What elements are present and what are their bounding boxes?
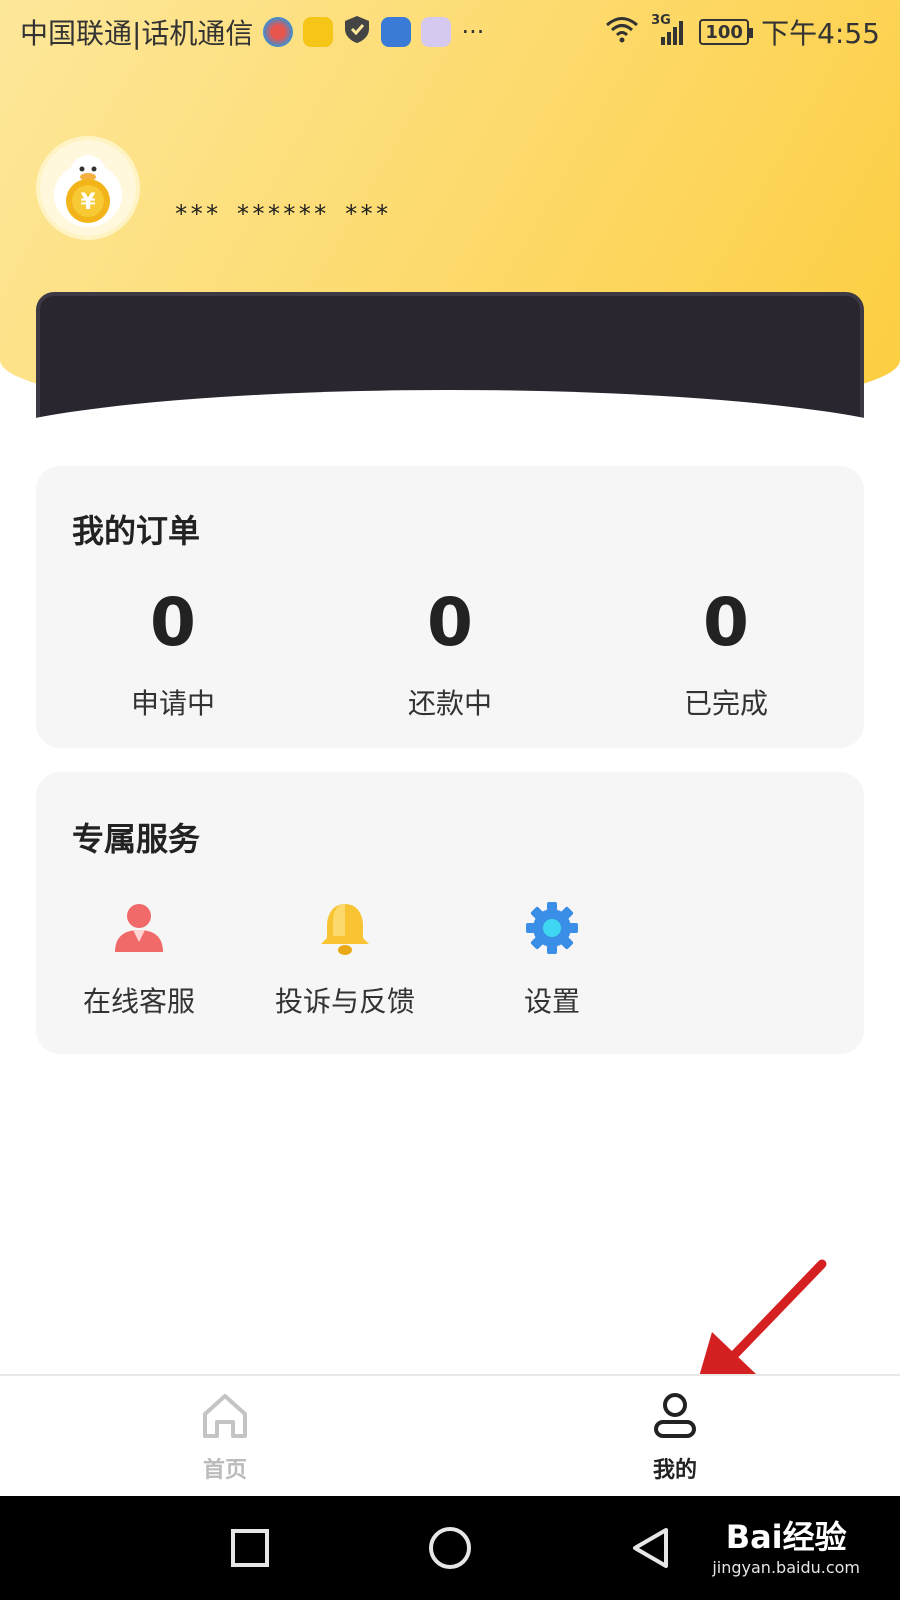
service-label: 设置: [523, 985, 580, 1018]
battery-indicator: 100: [699, 19, 754, 45]
order-count: 0: [703, 584, 749, 661]
recent-apps-button[interactable]: [230, 1528, 270, 1568]
order-status-completed[interactable]: 0 已完成: [626, 590, 826, 722]
baidu-jingyan-watermark: Bai经验 jingyan.baidu.com: [712, 1512, 860, 1577]
tab-home[interactable]: 首页: [165, 1390, 285, 1484]
bottom-tab-bar: 首页 我的: [0, 1374, 900, 1496]
duck-coin-avatar-icon: ¥: [54, 155, 122, 227]
services-title: 专属服务: [72, 820, 201, 858]
service-online-support[interactable]: 在线客服: [39, 900, 239, 1020]
carrier-label: 中国联通|话机通信: [20, 17, 254, 50]
more-notifications-icon: ···: [461, 18, 485, 46]
orders-card: 我的订单 0 申请中 0 还款中 0 已完成: [36, 466, 864, 748]
svg-text:¥: ¥: [80, 190, 96, 215]
status-bar: 中国联通|话机通信 ··· 3G 100 下午4:55: [0, 0, 900, 64]
order-status-repaying[interactable]: 0 还款中: [350, 590, 550, 722]
order-count: 0: [150, 584, 196, 661]
user-icon: [654, 1393, 696, 1438]
tab-label: 首页: [202, 1458, 247, 1483]
watermark-site: jingyan.baidu.com: [712, 1558, 860, 1577]
tab-label: 我的: [652, 1458, 697, 1483]
user-name: *** ****** ***: [174, 200, 391, 228]
order-status-label: 申请中: [130, 687, 215, 720]
service-label: 在线客服: [82, 985, 195, 1018]
services-card: 专属服务 在线客服 投诉与反馈 设置: [36, 772, 864, 1054]
order-status-label: 还款中: [407, 687, 492, 720]
gear-icon: [524, 900, 580, 956]
cell-signal-icon: 3G: [651, 13, 687, 47]
home-button[interactable]: [428, 1526, 472, 1570]
bulb-app-icon: [381, 17, 412, 47]
service-settings[interactable]: 设置: [452, 900, 652, 1020]
avatar[interactable]: ¥: [36, 136, 140, 240]
customer-service-icon: [111, 900, 167, 956]
game-app-icon: [421, 17, 452, 47]
wifi-icon: [605, 15, 639, 50]
clock: 下午4:55: [761, 17, 880, 50]
orders-title: 我的订单: [72, 512, 201, 550]
bell-icon: [317, 900, 373, 956]
back-button[interactable]: [630, 1526, 670, 1570]
home-icon: [203, 1394, 247, 1438]
order-status-label: 已完成: [683, 687, 768, 720]
watermark-brand: Bai经验: [725, 1518, 847, 1556]
service-complaint-feedback[interactable]: 投诉与反馈: [245, 900, 445, 1020]
shield-icon: [343, 14, 371, 51]
service-label: 投诉与反馈: [274, 985, 415, 1018]
order-count: 0: [427, 584, 473, 661]
news-app-icon: [303, 17, 334, 47]
order-status-applying[interactable]: 0 申请中: [73, 590, 273, 722]
app-notification-icon: [263, 17, 294, 47]
tab-mine[interactable]: 我的: [615, 1390, 735, 1484]
